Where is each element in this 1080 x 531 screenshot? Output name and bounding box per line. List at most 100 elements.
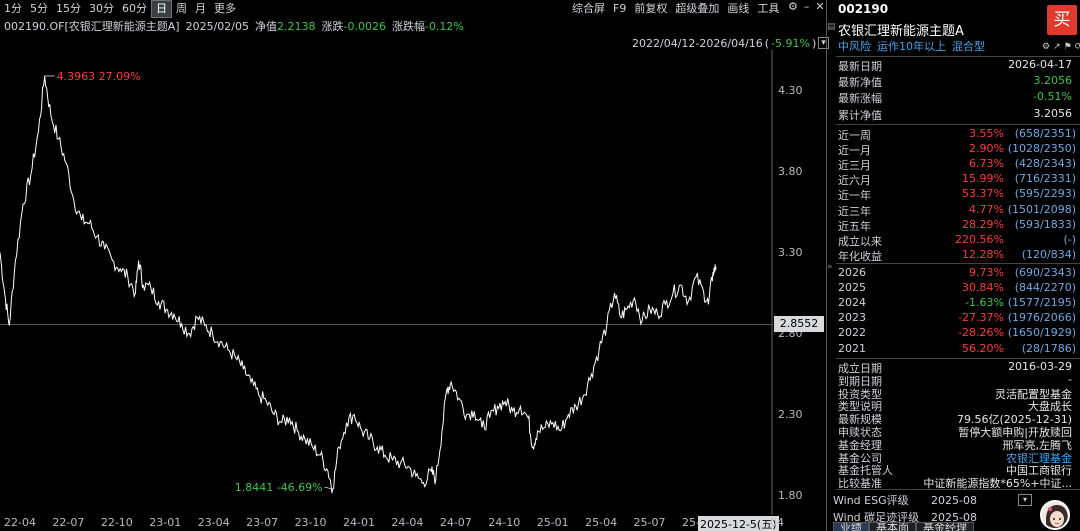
period-tab-3[interactable]: 30分 xyxy=(85,1,118,17)
return-row[interactable]: 年化收益 12.28% (120/834) xyxy=(838,248,1076,263)
period-tab-5[interactable]: 日 xyxy=(151,0,172,18)
settings-icon[interactable]: ⚙ xyxy=(788,0,798,13)
return-row[interactable]: 近六月 15.99% (716/2331) xyxy=(838,172,1076,187)
return-return: 3.55% xyxy=(969,127,1004,140)
fund-tag-1[interactable]: 运作10年以上 xyxy=(877,38,946,54)
return-row[interactable]: 近一周 3.55% (658/2351) xyxy=(838,127,1076,142)
year-return-period: 2023 xyxy=(838,311,866,325)
nav-line-chart[interactable]: 4.3963 27.09% 1.8441 -46.69% xyxy=(0,50,833,515)
return-row[interactable]: 近五年 28.29% (593/1833) xyxy=(838,218,1076,233)
x-tick-label: 25-04 xyxy=(585,516,618,529)
fund-tag-2[interactable]: 混合型 xyxy=(952,38,985,54)
year-return-period: 2024 xyxy=(838,296,866,310)
return-rank: (428/2343) xyxy=(1014,157,1076,171)
return-return: 2.90% xyxy=(969,142,1004,156)
year-return-row[interactable]: 2021 56.20% (28/1786) xyxy=(838,342,1076,357)
latest-value: 3.2056 xyxy=(1033,74,1073,88)
toolbar-item-4[interactable]: 画线 xyxy=(723,1,753,17)
latest-key: 最新日期 xyxy=(838,60,882,73)
period-tab-8[interactable]: 更多 xyxy=(210,1,240,17)
info-row: 比较基准 中证新能源指数*65%+中证... xyxy=(838,475,1076,490)
high-label: 4.3963 27.09% xyxy=(57,70,141,83)
panel-tool-icon-0[interactable]: ⚙ xyxy=(1042,42,1050,52)
close-icon[interactable]: ✕ xyxy=(815,0,824,13)
y-tick-label: 4.30 xyxy=(778,83,803,97)
latest-key: 累计净值 xyxy=(838,108,882,122)
year-return-row[interactable]: 2025 30.84% (844/2270) xyxy=(838,281,1076,296)
year-return-row[interactable]: 2026 9.73% (690/2343) xyxy=(838,266,1076,281)
x-tick-label: 24-04 xyxy=(391,516,424,529)
latest-row: 最新日期 2026-04-17 xyxy=(838,58,1076,73)
panel-tool-icon-3[interactable]: ⟳ xyxy=(1075,42,1080,52)
return-row[interactable]: 成立以来 220.56% (-) xyxy=(838,233,1076,248)
period-tab-1[interactable]: 5分 xyxy=(26,1,52,17)
return-rank: (1028/2350) xyxy=(1007,142,1076,156)
year-return-row[interactable]: 2023 -27.37% (1976/2066) xyxy=(838,311,1076,326)
bottom-tab-1[interactable]: 基本面 xyxy=(869,522,916,531)
bottom-tab-0[interactable]: 业绩 xyxy=(833,522,869,531)
info-value: 2016-03-29 xyxy=(1008,360,1072,373)
return-row[interactable]: 近三月 6.73% (428/2343) xyxy=(838,157,1076,172)
year-return-rank: (1577/2195) xyxy=(1007,296,1076,310)
expand-panel-icon[interactable]: » xyxy=(827,262,835,272)
chart-toolbar: 1分 5分 15分 30分 60分日周月更多 综合屏 F9 前复权 超级叠加 画线 工具 ⚙ – … xyxy=(0,0,833,18)
section-divider xyxy=(836,124,1080,125)
return-row[interactable]: 近一月 2.90% (1028/2350) xyxy=(838,142,1076,157)
esg-value: 2025-08 xyxy=(931,494,977,507)
return-return: 53.37% xyxy=(962,187,1004,201)
buy-button[interactable]: 买 xyxy=(1047,5,1077,35)
nav-label: 净值 xyxy=(255,20,277,33)
chg-value: -0.0026 xyxy=(343,19,386,33)
year-return-rank: (844/2270) xyxy=(1014,281,1076,295)
fund-tag-0[interactable]: 中风险 xyxy=(838,38,871,54)
return-period: 成立以来 xyxy=(838,234,882,248)
year-return-row[interactable]: 2024 -1.63% (1577/2195) xyxy=(838,296,1076,311)
latest-key: 最新净值 xyxy=(838,76,882,90)
esg-key: Wind ESG评级 xyxy=(833,494,909,507)
latest-value: -0.51% xyxy=(1033,90,1072,104)
pin-icon[interactable]: ▤ xyxy=(827,22,836,32)
chevron-down-icon[interactable]: ▾ xyxy=(818,37,829,49)
return-row[interactable]: 近三年 4.77% (1501/2098) xyxy=(838,203,1076,218)
toolbar-item-2[interactable]: 前复权 xyxy=(630,1,671,17)
y-tick-label: 3.80 xyxy=(778,164,803,178)
period-tab-6[interactable]: 周 xyxy=(172,1,191,17)
toolbar-item-0[interactable]: 综合屏 xyxy=(568,1,609,17)
x-tick-label: 25-07 xyxy=(633,516,666,529)
avatar[interactable] xyxy=(1040,500,1070,530)
section-divider xyxy=(836,489,1080,490)
period-tab-4[interactable]: 60分 xyxy=(118,1,151,17)
bottom-tab-2[interactable]: 基金经理 xyxy=(916,522,974,531)
period-tab-2[interactable]: 15分 xyxy=(52,1,85,17)
year-return-rank: (28/1786) xyxy=(1021,341,1076,355)
return-period: 近一年 xyxy=(838,189,871,203)
quote-infobar: 002190.OF[农银汇理新能源主题A] 2025/02/05 净值 2.21… xyxy=(4,18,464,34)
toolbar-item-5[interactable]: 工具 xyxy=(753,1,783,17)
fund-tags: 中风险 运作10年以上 混合型 xyxy=(838,38,985,54)
bottom-tabs: 业绩 基本面 基金经理 xyxy=(833,522,974,531)
period-tab-7[interactable]: 月 xyxy=(191,1,210,17)
latest-row: 最新净值 3.2056 xyxy=(838,74,1076,89)
toolbar-item-3[interactable]: 超级叠加 xyxy=(671,1,723,17)
latest-value: 2026-04-17 xyxy=(1008,58,1072,71)
return-rank: (-) xyxy=(1063,232,1076,246)
esg-dropdown-icon[interactable]: ▾ xyxy=(1018,494,1032,506)
panel-tool-icon-1[interactable]: ↗ xyxy=(1053,42,1061,52)
year-return-return: -1.63% xyxy=(965,296,1004,310)
toolbar-actions: 综合屏 F9 前复权 超级叠加 画线 工具 xyxy=(568,1,783,17)
toolbar-item-1[interactable]: F9 xyxy=(609,1,630,17)
panel-tool-icon-2[interactable]: ⚑ xyxy=(1064,42,1072,52)
return-return: 15.99% xyxy=(962,172,1004,186)
minimize-icon[interactable]: – xyxy=(804,0,810,13)
latest-row: 最新涨幅 -0.51% xyxy=(838,90,1076,105)
cursor-date-label: 2025-12-5(五) xyxy=(698,516,779,531)
return-rank: (1501/2098) xyxy=(1007,202,1076,216)
year-return-return: -28.26% xyxy=(958,326,1004,340)
range-summary[interactable]: 2022/04/12-2026/04/16 ( -5.91% ) ▾ xyxy=(632,36,829,50)
y-tick-label: 1.80 xyxy=(778,488,803,502)
period-tab-0[interactable]: 1分 xyxy=(0,1,26,17)
return-row[interactable]: 近一年 53.37% (595/2293) xyxy=(838,187,1076,202)
x-tick-label: 22-07 xyxy=(52,516,85,529)
year-return-row[interactable]: 2022 -28.26% (1650/1929) xyxy=(838,326,1076,341)
x-tick-label: 24-07 xyxy=(439,516,472,529)
